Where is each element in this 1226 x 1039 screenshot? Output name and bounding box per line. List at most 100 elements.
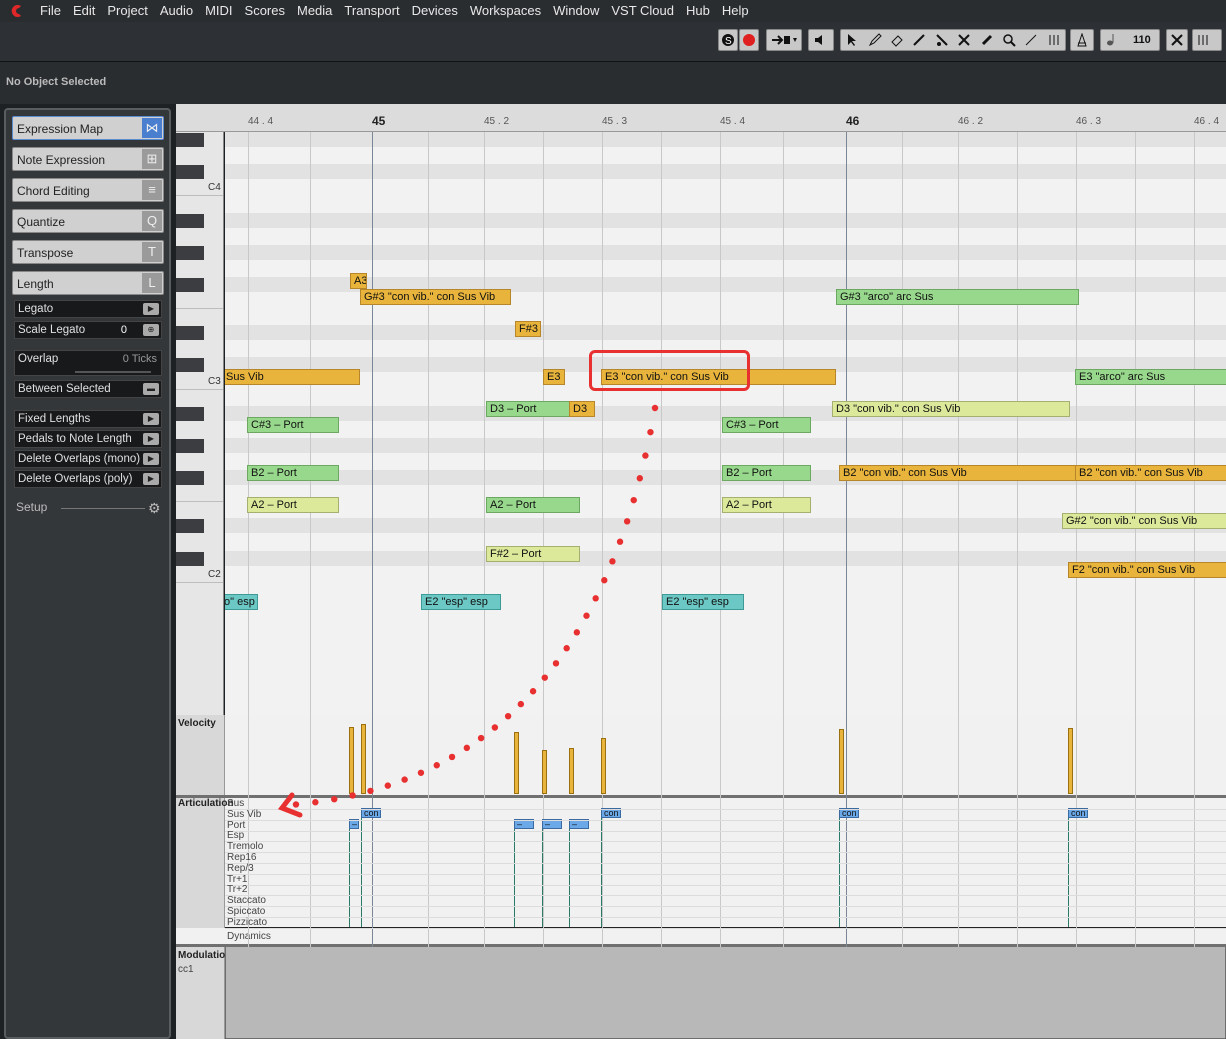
metronome-icon[interactable]: [1070, 29, 1094, 51]
section-quantize[interactable]: Quantize Q: [12, 209, 164, 233]
menu-audio[interactable]: Audio: [154, 0, 199, 22]
glue-tool-icon[interactable]: [980, 33, 994, 47]
overlap-field[interactable]: Overlap 0 Ticks: [14, 350, 162, 376]
velocity-bar[interactable]: [361, 723, 366, 794]
menu-media[interactable]: Media: [291, 0, 338, 22]
midi-note[interactable]: E3: [543, 369, 565, 385]
menu-workspaces[interactable]: Workspaces: [464, 0, 547, 22]
midi-note[interactable]: o" esp: [225, 594, 258, 610]
tempo-field[interactable]: 110: [1100, 29, 1160, 51]
record-icon[interactable]: [739, 29, 759, 51]
section-expression-map[interactable]: Expression Map ⋈: [12, 116, 164, 140]
midi-note[interactable]: D3: [569, 401, 595, 417]
midi-note[interactable]: A2 – Port: [247, 497, 339, 513]
note-grid[interactable]: A3 G#3 "con vib." con Sus Vib G#3 "arco" a…: [225, 132, 1226, 715]
modulation-curve[interactable]: [225, 947, 1226, 1039]
menu-window[interactable]: Window: [547, 0, 605, 22]
section-chord-editing[interactable]: Chord Editing ≡: [12, 178, 164, 202]
menu-midi[interactable]: MIDI: [199, 0, 238, 22]
speaker-icon[interactable]: [808, 29, 834, 51]
velocity-bar[interactable]: [601, 738, 606, 794]
black-key[interactable]: [176, 213, 204, 228]
midi-note[interactable]: B2 – Port: [722, 465, 811, 481]
menu-transport[interactable]: Transport: [338, 0, 405, 22]
time-warp-tool-icon[interactable]: [1047, 33, 1061, 47]
split-tool-icon[interactable]: [935, 33, 949, 47]
menu-hub[interactable]: Hub: [680, 0, 716, 22]
black-key[interactable]: [176, 358, 204, 373]
midi-note[interactable]: E2 "esp" esp: [662, 594, 744, 610]
black-key[interactable]: [176, 471, 204, 486]
menu-project[interactable]: Project: [101, 0, 153, 22]
between-selected-toggle[interactable]: Between Selected ▬: [14, 380, 162, 398]
velocity-bar[interactable]: [1068, 728, 1073, 794]
menu-help[interactable]: Help: [716, 0, 755, 22]
midi-note[interactable]: G#2 "con vib." con Sus Vib: [1062, 513, 1226, 529]
menu-vst-cloud[interactable]: VST Cloud: [605, 0, 680, 22]
pointer-tool-icon[interactable]: [845, 33, 859, 47]
link-icon[interactable]: ⊕: [143, 324, 159, 336]
midi-note[interactable]: D3 – Port: [486, 401, 570, 417]
section-note-expression[interactable]: Note Expression ⊞: [12, 147, 164, 171]
black-key[interactable]: [176, 551, 204, 566]
midi-note[interactable]: Sus Vib: [225, 369, 360, 385]
midi-note[interactable]: F2 "con vib." con Sus Vib: [1068, 562, 1226, 578]
menu-edit[interactable]: Edit: [67, 0, 101, 22]
section-transpose[interactable]: Transpose T: [12, 240, 164, 264]
midi-note[interactable]: A3: [350, 273, 367, 289]
midi-note[interactable]: A2 – Port: [486, 497, 580, 513]
snap-icon[interactable]: [1166, 29, 1188, 51]
velocity-bar[interactable]: [839, 729, 844, 794]
midi-note[interactable]: B2 "con vib." con Sus Vib: [1075, 465, 1226, 481]
midi-note[interactable]: E2 "esp" esp: [421, 594, 501, 610]
autoscroll-icon[interactable]: [766, 29, 802, 51]
line-tool-icon[interactable]: [1024, 33, 1038, 47]
delete-overlaps-mono-button[interactable]: Delete Overlaps (mono) ▶: [14, 450, 162, 468]
scale-legato-field[interactable]: Scale Legato 0 ⊕: [14, 321, 162, 339]
midi-note[interactable]: D3 "con vib." con Sus Vib: [832, 401, 1070, 417]
black-key[interactable]: [176, 165, 204, 180]
midi-note[interactable]: B2 "con vib." con Sus Vib: [839, 465, 1079, 481]
zoom-tool-icon[interactable]: [1002, 33, 1016, 47]
velocity-bar[interactable]: [349, 727, 354, 794]
eraser-tool-icon[interactable]: [890, 33, 904, 47]
overlap-slider[interactable]: [75, 371, 151, 373]
black-key[interactable]: [176, 277, 204, 292]
mute-tool-icon[interactable]: [957, 33, 971, 47]
midi-note[interactable]: A2 – Port: [722, 497, 811, 513]
velocity-bar[interactable]: [542, 750, 547, 794]
fixed-lengths-button[interactable]: Fixed Lengths ▶: [14, 410, 162, 428]
gear-icon[interactable]: ⚙: [148, 500, 161, 517]
trim-tool-icon[interactable]: [912, 33, 926, 47]
pedals-to-note-length-button[interactable]: Pedals to Note Length ▶: [14, 430, 162, 448]
black-key[interactable]: [176, 406, 204, 421]
midi-note[interactable]: B2 – Port: [247, 465, 339, 481]
midi-note[interactable]: G#3 "con vib." con Sus Vib: [360, 289, 511, 305]
midi-note[interactable]: C#3 – Port: [722, 417, 811, 433]
midi-note[interactable]: E3 "arco" arc Sus: [1075, 369, 1226, 385]
articulation-lane-header[interactable]: [176, 798, 225, 928]
black-key[interactable]: [176, 133, 204, 147]
midi-note[interactable]: C#3 – Port: [247, 417, 339, 433]
piano-keyboard[interactable]: C4 C3 C2: [176, 132, 224, 715]
midi-note[interactable]: F#3: [515, 321, 541, 337]
menu-scores[interactable]: Scores: [239, 0, 291, 22]
black-key[interactable]: [176, 245, 204, 260]
menu-devices[interactable]: Devices: [406, 0, 464, 22]
legato-button[interactable]: Legato ▶: [14, 300, 162, 318]
solo-icon[interactable]: S: [718, 29, 738, 51]
velocity-bar[interactable]: [569, 748, 574, 794]
black-key[interactable]: [176, 438, 204, 453]
black-key[interactable]: [176, 519, 204, 534]
cubase-logo-icon[interactable]: [6, 0, 28, 22]
black-key[interactable]: [176, 326, 204, 341]
time-ruler[interactable]: 44 . 4 45 45 . 2 45 . 3 45 . 4 46 46 . 2 46 . 3…: [176, 104, 1226, 132]
velocity-bar[interactable]: [514, 732, 519, 794]
pencil-tool-icon[interactable]: [868, 33, 882, 47]
midi-note[interactable]: G#3 "arco" arc Sus: [836, 289, 1079, 305]
section-length[interactable]: Length L: [12, 271, 164, 295]
lane-content[interactable]: – con – – – con con con: [225, 715, 1226, 1039]
delete-overlaps-poly-button[interactable]: Delete Overlaps (poly) ▶: [14, 470, 162, 488]
menu-file[interactable]: File: [34, 0, 67, 22]
midi-note[interactable]: F#2 – Port: [486, 546, 580, 562]
